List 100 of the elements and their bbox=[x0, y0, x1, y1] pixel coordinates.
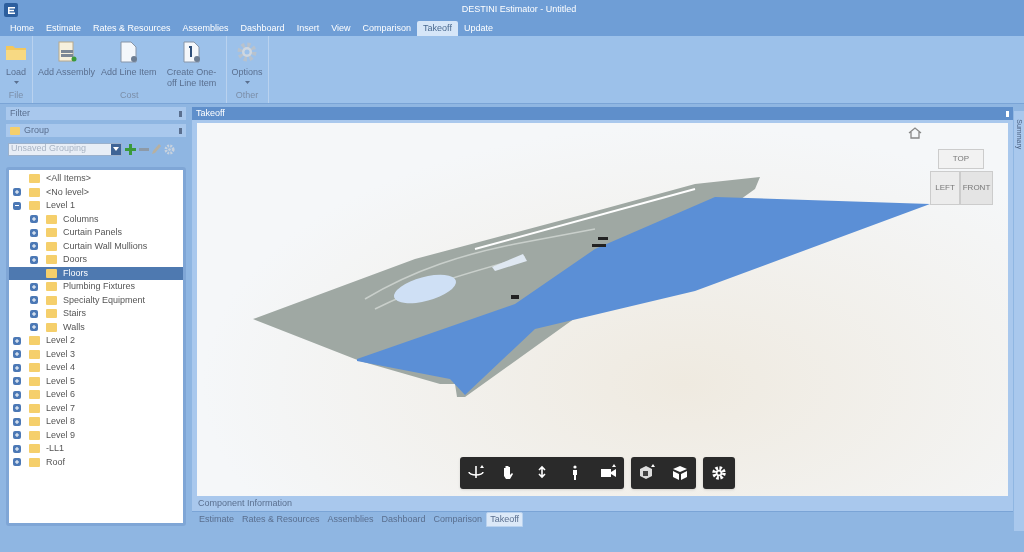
ribbon-button[interactable]: Options bbox=[229, 39, 265, 89]
folder-icon bbox=[46, 309, 57, 319]
pin-icon[interactable] bbox=[1006, 110, 1009, 117]
menu-tab[interactable]: Dashboard bbox=[234, 21, 291, 36]
expand-icon[interactable] bbox=[30, 323, 38, 332]
folder-icon bbox=[29, 363, 40, 373]
expand-icon[interactable] bbox=[30, 255, 38, 264]
expand-icon[interactable] bbox=[13, 188, 21, 197]
pin-icon[interactable] bbox=[179, 127, 182, 134]
folder-icon bbox=[46, 228, 57, 238]
tree-item[interactable]: Curtain Wall Mullions bbox=[9, 239, 183, 253]
menu-tab[interactable]: Assemblies bbox=[176, 21, 235, 36]
tree-label: <No level> bbox=[46, 185, 90, 199]
expand-icon[interactable] bbox=[30, 242, 38, 251]
document-tab[interactable]: Estimate bbox=[195, 512, 238, 527]
tree-label: Columns bbox=[63, 212, 99, 226]
expand-icon[interactable] bbox=[30, 309, 38, 318]
expand-icon[interactable] bbox=[30, 296, 38, 305]
expand-icon[interactable] bbox=[13, 444, 21, 453]
tree-label: <All Items> bbox=[46, 172, 92, 185]
folder-icon bbox=[10, 126, 20, 135]
tree-label: Level 8 bbox=[46, 415, 76, 428]
app-logo-icon[interactable] bbox=[4, 3, 18, 17]
folder-icon bbox=[29, 403, 40, 413]
expand-icon[interactable] bbox=[13, 363, 21, 372]
menu-tab[interactable]: View bbox=[325, 21, 357, 36]
tree-label: Level 3 bbox=[46, 347, 76, 361]
tree-label: Level 4 bbox=[46, 361, 76, 374]
ribbon-button[interactable]: Add Line Item bbox=[99, 39, 159, 89]
menu-tab[interactable]: Home bbox=[4, 21, 40, 36]
cube-face-label: TOP bbox=[952, 153, 970, 165]
tree-item[interactable]: Level 7 bbox=[9, 401, 183, 415]
3d-viewport[interactable]: TOP LEFT FRONT bbox=[197, 123, 1008, 496]
pin-icon[interactable] bbox=[179, 110, 182, 117]
document-tab[interactable]: Rates & Resources bbox=[238, 512, 324, 527]
group-title: Group bbox=[24, 123, 50, 137]
folder-icon bbox=[29, 187, 40, 197]
settings-icon[interactable] bbox=[709, 464, 729, 482]
expand-icon[interactable] bbox=[30, 215, 38, 224]
tree-label: Level 5 bbox=[46, 374, 76, 388]
expand-icon[interactable] bbox=[13, 404, 21, 413]
tree-item[interactable]: Stairs bbox=[9, 307, 183, 321]
menu-tab[interactable]: Takeoff bbox=[417, 21, 458, 36]
tree-item[interactable]: Columns bbox=[9, 212, 183, 226]
document-icon bbox=[118, 39, 139, 65]
folder-icon bbox=[29, 201, 40, 211]
tree-item[interactable]: Walls bbox=[9, 320, 183, 334]
folder-icon bbox=[29, 417, 40, 427]
tree-item[interactable]: -LL1 bbox=[9, 442, 183, 456]
expand-icon[interactable] bbox=[13, 458, 21, 467]
expand-icon[interactable] bbox=[13, 350, 21, 359]
tree-item[interactable]: <No level> bbox=[9, 185, 183, 199]
tree-item[interactable]: Level 4 bbox=[9, 361, 183, 375]
tree-item[interactable]: Floors bbox=[9, 266, 183, 280]
tree-item[interactable]: Level 8 bbox=[9, 415, 183, 429]
menu-tab[interactable]: Rates & Resources bbox=[87, 21, 177, 36]
tree-item[interactable]: Specialty Equipment bbox=[9, 293, 183, 307]
tree-item[interactable]: Curtain Panels bbox=[9, 226, 183, 240]
expand-icon[interactable] bbox=[13, 417, 21, 426]
tree-item[interactable]: Level 5 bbox=[9, 374, 183, 388]
folder-icon bbox=[46, 295, 57, 305]
tree-item[interactable]: Level 3 bbox=[9, 347, 183, 361]
tree-item[interactable]: Level 9 bbox=[9, 428, 183, 442]
menu-tab[interactable]: Estimate bbox=[40, 21, 88, 36]
expand-icon[interactable] bbox=[13, 431, 21, 440]
tree-item[interactable]: Roof bbox=[9, 455, 183, 469]
document-tab[interactable]: Assemblies bbox=[323, 512, 378, 527]
cube-face-label: FRONT bbox=[962, 182, 991, 194]
menu-tab[interactable]: Insert bbox=[290, 21, 326, 36]
tree-item[interactable]: <All Items> bbox=[9, 172, 183, 186]
tree-label: Stairs bbox=[63, 307, 86, 320]
tree-item[interactable]: Level 6 bbox=[9, 388, 183, 402]
tree-label: Doors bbox=[63, 253, 87, 266]
tree-label: Curtain Panels bbox=[63, 226, 123, 239]
tree-label: Walls bbox=[63, 320, 85, 334]
cube-icon[interactable] bbox=[670, 464, 690, 482]
expand-icon[interactable] bbox=[30, 228, 38, 237]
ribbon-button[interactable]: Add Assembly bbox=[36, 39, 98, 89]
tree-item[interactable]: Level 1 bbox=[9, 199, 183, 213]
box-icon[interactable] bbox=[637, 464, 657, 482]
collapse-icon[interactable] bbox=[13, 201, 21, 210]
folder-icon bbox=[46, 214, 57, 224]
view-cube[interactable]: TOP LEFT FRONT bbox=[928, 147, 994, 209]
ribbon-button[interactable]: Load bbox=[3, 39, 29, 89]
home-icon[interactable] bbox=[908, 127, 922, 139]
tree-item[interactable]: Level 2 bbox=[9, 334, 183, 348]
document-tab[interactable]: Takeoff bbox=[486, 512, 523, 527]
menu-tab[interactable]: Update bbox=[457, 21, 499, 36]
tree-item[interactable]: Plumbing Fixtures bbox=[9, 280, 183, 294]
document-tab[interactable]: Dashboard bbox=[377, 512, 430, 527]
ribbon-button[interactable]: Create One-off Line Item bbox=[160, 39, 223, 89]
folder-icon bbox=[29, 444, 40, 454]
expand-icon[interactable] bbox=[13, 336, 21, 345]
expand-icon[interactable] bbox=[13, 390, 21, 399]
document-tab[interactable]: Comparison bbox=[429, 512, 487, 527]
folder-icon bbox=[29, 430, 40, 440]
expand-icon[interactable] bbox=[30, 282, 38, 291]
tree-item[interactable]: Doors bbox=[9, 253, 183, 267]
expand-icon[interactable] bbox=[13, 377, 21, 386]
menu-tab[interactable]: Comparison bbox=[356, 21, 418, 36]
